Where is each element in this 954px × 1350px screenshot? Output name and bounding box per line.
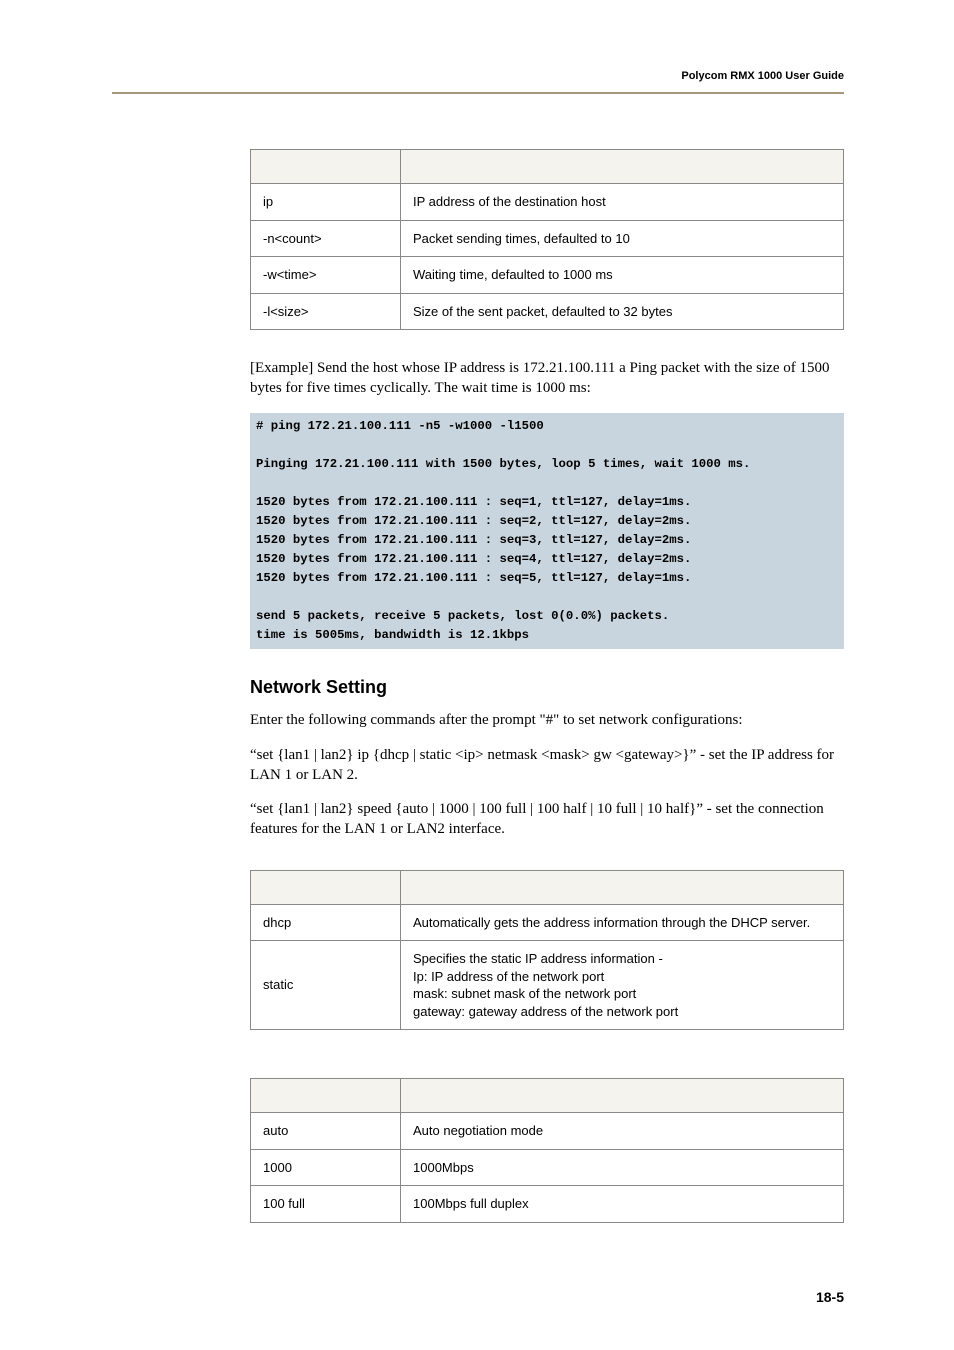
table-row: dhcp Automatically gets the address info… (251, 904, 844, 941)
ip-mode-table: dhcp Automatically gets the address info… (250, 870, 844, 1031)
param-desc: 1000Mbps (401, 1149, 844, 1186)
param-key: -n<count> (251, 220, 401, 257)
param-key: -w<time> (251, 257, 401, 294)
param-key: 1000 (251, 1149, 401, 1186)
param-key: 100 full (251, 1186, 401, 1223)
page-number: 18-5 (816, 1289, 844, 1305)
network-paragraph-2: “set {lan1 | lan2} ip {dhcp | static <ip… (250, 745, 844, 786)
speed-table: auto Auto negotiation mode 1000 1000Mbps… (250, 1078, 844, 1223)
param-desc: Size of the sent packet, defaulted to 32… (401, 293, 844, 330)
param-key: -l<size> (251, 293, 401, 330)
param-desc: IP address of the destination host (401, 184, 844, 221)
terminal-output: # ping 172.21.100.111 -n5 -w1000 -l1500 … (250, 413, 844, 650)
param-key: auto (251, 1113, 401, 1150)
param-key: ip (251, 184, 401, 221)
section-heading: Network Setting (250, 677, 844, 698)
param-desc: Auto negotiation mode (401, 1113, 844, 1150)
table-row: 100 full 100Mbps full duplex (251, 1186, 844, 1223)
table-row: -n<count> Packet sending times, defaulte… (251, 220, 844, 257)
table-row: -l<size> Size of the sent packet, defaul… (251, 293, 844, 330)
network-paragraph-1: Enter the following commands after the p… (250, 710, 844, 730)
table-row: ip IP address of the destination host (251, 184, 844, 221)
param-key: static (251, 941, 401, 1030)
table-row: -w<time> Waiting time, defaulted to 1000… (251, 257, 844, 294)
ping-params-table: ip IP address of the destination host -n… (250, 149, 844, 330)
param-desc: Waiting time, defaulted to 1000 ms (401, 257, 844, 294)
table-row: auto Auto negotiation mode (251, 1113, 844, 1150)
header-title: Polycom RMX 1000 User Guide (140, 70, 844, 82)
param-desc: 100Mbps full duplex (401, 1186, 844, 1223)
example-intro: [Example] Send the host whose IP address… (250, 358, 844, 399)
table-row: static Specifies the static IP address i… (251, 941, 844, 1030)
network-paragraph-3: “set {lan1 | lan2} speed {auto | 1000 | … (250, 799, 844, 840)
param-desc: Packet sending times, defaulted to 10 (401, 220, 844, 257)
param-key: dhcp (251, 904, 401, 941)
param-desc: Automatically gets the address informati… (401, 904, 844, 941)
header-divider (112, 92, 844, 94)
param-desc: Specifies the static IP address informat… (401, 941, 844, 1030)
table-row: 1000 1000Mbps (251, 1149, 844, 1186)
